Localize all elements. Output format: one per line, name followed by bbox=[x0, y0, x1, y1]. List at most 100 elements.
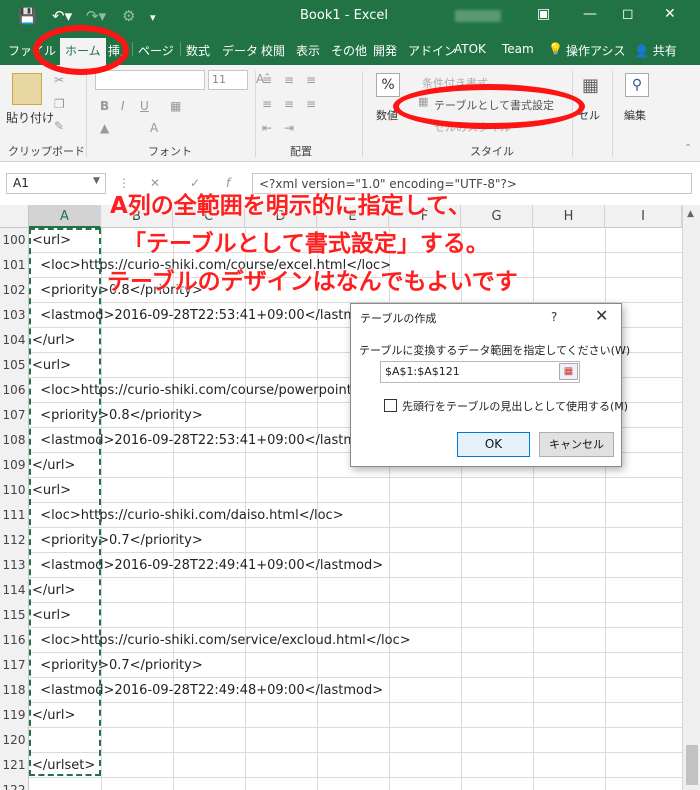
tab-addins[interactable]: アドイン bbox=[408, 42, 456, 59]
row-header[interactable]: 119 bbox=[0, 703, 29, 728]
tab-page-layout[interactable]: ページ bbox=[138, 42, 174, 59]
row-header[interactable]: 118 bbox=[0, 678, 29, 703]
tab-review[interactable]: 校閲 bbox=[261, 42, 285, 59]
bold-button[interactable]: B bbox=[100, 99, 109, 113]
row-header[interactable]: 115 bbox=[0, 603, 29, 628]
row-header[interactable]: 112 bbox=[0, 528, 29, 553]
row-header[interactable]: 110 bbox=[0, 478, 29, 503]
select-all-button[interactable] bbox=[0, 205, 29, 228]
borders-icon[interactable]: ▦ bbox=[170, 99, 181, 113]
name-box[interactable]: A1 ▼ bbox=[6, 173, 106, 194]
align-bottom-icon[interactable]: ≡ bbox=[306, 73, 316, 87]
header-row-checkbox-label[interactable]: 先頭行をテーブルの見出しとして使用する(M) bbox=[402, 398, 628, 414]
font-size-combo[interactable]: 11 bbox=[208, 70, 248, 90]
editing-button[interactable]: 編集 bbox=[624, 107, 646, 123]
row-header[interactable]: 114 bbox=[0, 578, 29, 603]
range-input[interactable]: $A$1:$A$121 bbox=[380, 361, 580, 383]
paste-button[interactable]: 貼り付け bbox=[6, 109, 54, 126]
scroll-thumb[interactable] bbox=[686, 745, 698, 785]
italic-button[interactable]: I bbox=[121, 99, 125, 113]
dialog-close-icon[interactable]: ✕ bbox=[595, 306, 608, 325]
row-header[interactable]: 103 bbox=[0, 303, 29, 328]
tab-atok[interactable]: ATOK bbox=[454, 42, 486, 56]
increase-indent-icon[interactable]: ⇥ bbox=[284, 121, 294, 135]
create-table-dialog: テーブルの作成 ? ✕ テーブルに変換するデータ範囲を指定してください(W) $… bbox=[350, 303, 630, 467]
row-header[interactable]: 102 bbox=[0, 278, 29, 303]
redo-icon[interactable]: ↷▾ bbox=[86, 7, 106, 25]
align-right-icon[interactable]: ≡ bbox=[306, 97, 316, 111]
minimize-icon[interactable]: — bbox=[583, 6, 597, 22]
underline-button[interactable]: U bbox=[140, 99, 149, 113]
annotation-line-3: テーブルのデザインはなんでもよいです bbox=[107, 269, 518, 295]
ok-button[interactable]: OK bbox=[457, 432, 530, 457]
row-header[interactable]: 122 bbox=[0, 778, 29, 790]
help-button[interactable]: ? bbox=[551, 310, 557, 324]
tab-other[interactable]: その他 bbox=[331, 42, 367, 59]
paste-icon[interactable] bbox=[12, 73, 42, 105]
group-separator bbox=[86, 71, 87, 157]
tab-developer[interactable]: 開発 bbox=[373, 42, 397, 59]
tell-me-box[interactable]: 操作アシス bbox=[566, 42, 626, 59]
share-button[interactable]: 👤 共有 bbox=[634, 42, 677, 59]
cut-icon[interactable]: ✂ bbox=[54, 73, 64, 87]
column-header-i[interactable]: I bbox=[605, 205, 682, 228]
column-header-a[interactable]: A bbox=[29, 205, 101, 228]
format-painter-icon[interactable]: ✎ bbox=[54, 119, 64, 133]
annotation-line-1: A列の全範囲を明示的に指定して、 bbox=[110, 193, 471, 219]
header-row-checkbox[interactable] bbox=[384, 399, 397, 412]
font-color-icon[interactable]: A bbox=[150, 121, 158, 135]
tab-team[interactable]: Team bbox=[502, 42, 534, 56]
group-separator bbox=[255, 71, 256, 157]
range-select-icon[interactable]: ▦ bbox=[559, 363, 578, 380]
row-header[interactable]: 108 bbox=[0, 428, 29, 453]
copy-icon[interactable]: ❐ bbox=[54, 97, 65, 111]
row-header[interactable]: 107 bbox=[0, 403, 29, 428]
range-prompt: テーブルに変換するデータ範囲を指定してください(W) bbox=[359, 344, 631, 357]
row-header[interactable]: 100 bbox=[0, 228, 29, 253]
row-header[interactable]: 121 bbox=[0, 753, 29, 778]
close-icon[interactable]: ✕ bbox=[664, 6, 676, 22]
qat-dropdown-icon[interactable]: ▾ bbox=[150, 9, 156, 27]
save-icon[interactable]: 💾 bbox=[18, 7, 37, 25]
undo-icon[interactable]: ↶▾ bbox=[52, 7, 72, 25]
row-header[interactable]: 101 bbox=[0, 253, 29, 278]
row-header[interactable]: 117 bbox=[0, 653, 29, 678]
lightbulb-icon: 💡 bbox=[548, 42, 563, 56]
vertical-scrollbar[interactable]: ▲ bbox=[682, 205, 700, 790]
fill-color-icon[interactable]: ▲ bbox=[100, 121, 109, 135]
customize-icon[interactable]: ⚙ bbox=[122, 7, 135, 25]
number-format-icon[interactable]: % bbox=[376, 73, 400, 97]
cancel-button[interactable]: キャンセル bbox=[539, 432, 614, 457]
row-header[interactable]: 111 bbox=[0, 503, 29, 528]
table-row: 113 <lastmod>2016-09-28T22:49:41+09:00</… bbox=[0, 553, 682, 578]
column-header-h[interactable]: H bbox=[533, 205, 605, 228]
tab-view[interactable]: 表示 bbox=[296, 42, 320, 59]
cells-icon: ▦ bbox=[582, 75, 600, 96]
table-row: 120 bbox=[0, 728, 682, 753]
maximize-icon[interactable]: ◻ bbox=[622, 6, 634, 22]
align-left-icon[interactable]: ≡ bbox=[262, 97, 272, 111]
scroll-up-icon[interactable]: ▲ bbox=[687, 209, 694, 219]
table-row: 112 <priority>0.7</priority> bbox=[0, 528, 682, 553]
align-center-icon[interactable]: ≡ bbox=[284, 97, 294, 111]
row-header[interactable]: 105 bbox=[0, 353, 29, 378]
row-header[interactable]: 109 bbox=[0, 453, 29, 478]
search-icon[interactable]: ⚲ bbox=[625, 73, 649, 97]
row-header[interactable]: 116 bbox=[0, 628, 29, 653]
group-separator bbox=[612, 71, 613, 157]
highlight-home-tab bbox=[33, 25, 129, 75]
align-top-icon[interactable]: ≡ bbox=[262, 73, 272, 87]
font-name-combo[interactable] bbox=[95, 70, 205, 90]
row-header[interactable]: 104 bbox=[0, 328, 29, 353]
tab-formulas[interactable]: 数式 bbox=[186, 42, 210, 59]
decrease-indent-icon[interactable]: ⇤ bbox=[262, 121, 272, 135]
row-header[interactable]: 113 bbox=[0, 553, 29, 578]
row-header[interactable]: 120 bbox=[0, 728, 29, 753]
collapse-ribbon-icon[interactable]: ⌃ bbox=[684, 143, 692, 154]
align-middle-icon[interactable]: ≡ bbox=[284, 73, 294, 87]
name-box-dropdown-icon[interactable]: ▼ bbox=[93, 176, 100, 186]
ribbon-display-icon[interactable]: ▣ bbox=[537, 6, 550, 22]
table-row: 114 </url> bbox=[0, 578, 682, 603]
tab-data[interactable]: データ bbox=[222, 42, 258, 59]
row-header[interactable]: 106 bbox=[0, 378, 29, 403]
